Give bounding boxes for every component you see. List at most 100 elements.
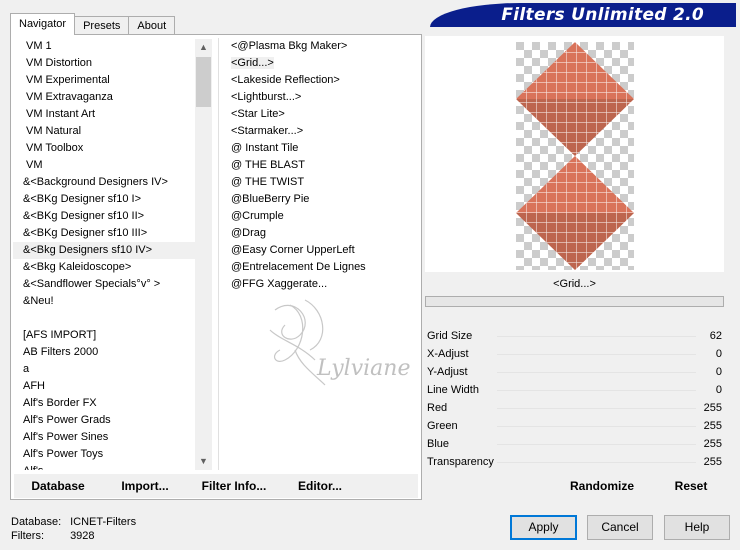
filter-item-label: @ THE TWIST	[231, 176, 305, 188]
parameter-slider[interactable]: Transparency 255	[425, 453, 724, 471]
preview-panel	[425, 36, 724, 272]
category-item[interactable]: VM Instant Art	[13, 106, 210, 123]
filter-info-button[interactable]: Filter Info...	[188, 474, 280, 498]
category-item[interactable]: &<BKg Designer sf10 II>	[13, 208, 210, 225]
category-scrollbar[interactable]: ▲ ▼	[195, 39, 212, 470]
database-label: Database:	[11, 516, 62, 528]
filter-item[interactable]: <Grid...>	[219, 55, 418, 72]
filter-item[interactable]: @Easy Corner UpperLeft	[219, 242, 418, 259]
tab-navigator[interactable]: Navigator	[10, 13, 76, 35]
category-item[interactable]: &Neu!	[13, 293, 210, 310]
category-item[interactable]: VM Experimental	[13, 72, 210, 89]
parameter-slider[interactable]: Green 255	[425, 417, 724, 435]
filter-item-label: @Drag	[231, 227, 267, 239]
reset-button[interactable]: Reset	[661, 474, 721, 498]
parameter-slider[interactable]: Grid Size 62	[425, 327, 724, 345]
category-item[interactable]: &<BKg Designer sf10 I>	[13, 191, 210, 208]
filter-list[interactable]: <@Plasma Bkg Maker> <Grid...> <Lakeside Re…	[218, 38, 418, 470]
cancel-button[interactable]: Cancel	[587, 515, 653, 540]
parameter-value: 255	[703, 402, 722, 414]
category-item[interactable]: &<Bkg Designers sf10 IV>	[13, 242, 210, 259]
filter-item-label: <Grid...>	[231, 57, 274, 69]
progress-bar	[425, 296, 724, 307]
parameter-list: Grid Size 62 X-Adjust 0 Y-Adjust 0 Line Width 0…	[425, 327, 724, 471]
filter-item[interactable]: @ Instant Tile	[219, 140, 418, 157]
scroll-up-arrow-icon[interactable]: ▲	[195, 39, 212, 56]
filter-item[interactable]: <Lakeside Reflection>	[219, 72, 418, 89]
category-item[interactable]: a	[13, 361, 210, 378]
category-item[interactable]: Alf's...	[13, 463, 210, 470]
filter-item[interactable]: @Drag	[219, 225, 418, 242]
filter-item[interactable]: @Entrelacement De Lignes	[219, 259, 418, 276]
category-item[interactable]: &<Background Designers IV>	[13, 174, 210, 191]
filter-item[interactable]: @ THE BLAST	[219, 157, 418, 174]
category-item[interactable]: VM 1	[13, 38, 210, 55]
parameter-value: 0	[715, 384, 722, 396]
filters-count-value: 3928	[70, 530, 95, 542]
filter-item[interactable]: @ THE TWIST	[219, 174, 418, 191]
tab-presets[interactable]: Presets	[74, 16, 130, 35]
category-item[interactable]: AFH	[13, 378, 210, 395]
parameter-slider[interactable]: X-Adjust 0	[425, 345, 724, 363]
parameter-value: 0	[715, 366, 722, 378]
category-list[interactable]: VM 1 VM Distortion VM Experimental VM Extra…	[13, 38, 210, 470]
category-item[interactable]	[13, 310, 210, 327]
tab-strip: Navigator Presets About	[10, 13, 176, 35]
filter-item-label: <Lightburst...>	[231, 91, 302, 103]
category-item[interactable]: Alf's Power Grads	[13, 412, 210, 429]
slider-track[interactable]	[497, 444, 696, 445]
category-item[interactable]: AB Filters 2000	[13, 344, 210, 361]
filter-item[interactable]: @Crumple	[219, 208, 418, 225]
filter-item-label: @ Instant Tile	[231, 142, 299, 154]
scrollbar-thumb[interactable]	[196, 57, 211, 107]
parameter-slider[interactable]: Blue 255	[425, 435, 724, 453]
parameter-name: Line Width	[427, 384, 479, 396]
parameter-value: 255	[703, 420, 722, 432]
parameter-slider[interactable]: Red 255	[425, 399, 724, 417]
filter-item-label: @FFG Xaggerate...	[231, 278, 328, 290]
filter-item[interactable]: <@Plasma Bkg Maker>	[219, 38, 418, 55]
category-item[interactable]: [AFS IMPORT]	[13, 327, 210, 344]
parameter-name: Green	[427, 420, 458, 432]
slider-track[interactable]	[497, 336, 696, 337]
parameter-slider[interactable]: Y-Adjust 0	[425, 363, 724, 381]
category-item[interactable]: VM Distortion	[13, 55, 210, 72]
filter-item[interactable]: <Lightburst...>	[219, 89, 418, 106]
category-item[interactable]: VM	[13, 157, 210, 174]
filter-item-label: @Crumple	[231, 210, 284, 222]
database-button[interactable]: Database	[14, 474, 102, 498]
scroll-down-arrow-icon[interactable]: ▼	[195, 453, 212, 470]
filter-item[interactable]: <Star Lite>	[219, 106, 418, 123]
parameter-name: Red	[427, 402, 448, 414]
slider-track[interactable]	[497, 390, 696, 391]
help-button[interactable]: Help	[664, 515, 730, 540]
slider-track[interactable]	[497, 372, 696, 373]
category-item[interactable]: &<Sandflower Specials°v° >	[13, 276, 210, 293]
category-item[interactable]: Alf's Power Sines	[13, 429, 210, 446]
parameter-button-row: Randomize Reset	[425, 474, 724, 498]
category-item[interactable]: VM Extravaganza	[13, 89, 210, 106]
slider-track[interactable]	[497, 408, 696, 409]
parameter-value: 255	[703, 456, 722, 468]
category-item[interactable]: &<Bkg Kaleidoscope>	[13, 259, 210, 276]
filter-item[interactable]: @BlueBerry Pie	[219, 191, 418, 208]
slider-track[interactable]	[497, 354, 696, 355]
category-item[interactable]: VM Natural	[13, 123, 210, 140]
watermark-signature: Lylviane	[316, 356, 410, 381]
category-item[interactable]: &<BKg Designer sf10 III>	[13, 225, 210, 242]
category-item[interactable]: Alf's Power Toys	[13, 446, 210, 463]
parameter-name: Transparency	[427, 456, 494, 468]
filter-item[interactable]: <Starmaker...>	[219, 123, 418, 140]
slider-track[interactable]	[497, 462, 696, 463]
parameter-name: Blue	[427, 438, 450, 450]
category-item[interactable]: VM Toolbox	[13, 140, 210, 157]
category-item[interactable]: Alf's Border FX	[13, 395, 210, 412]
tab-about[interactable]: About	[128, 16, 176, 35]
database-value: ICNET-Filters	[70, 516, 137, 528]
slider-track[interactable]	[497, 426, 696, 427]
editor-button[interactable]: Editor...	[280, 474, 360, 498]
import-button[interactable]: Import...	[102, 474, 188, 498]
randomize-button[interactable]: Randomize	[543, 474, 661, 498]
apply-button[interactable]: Apply	[510, 515, 577, 540]
parameter-slider[interactable]: Line Width 0	[425, 381, 724, 399]
